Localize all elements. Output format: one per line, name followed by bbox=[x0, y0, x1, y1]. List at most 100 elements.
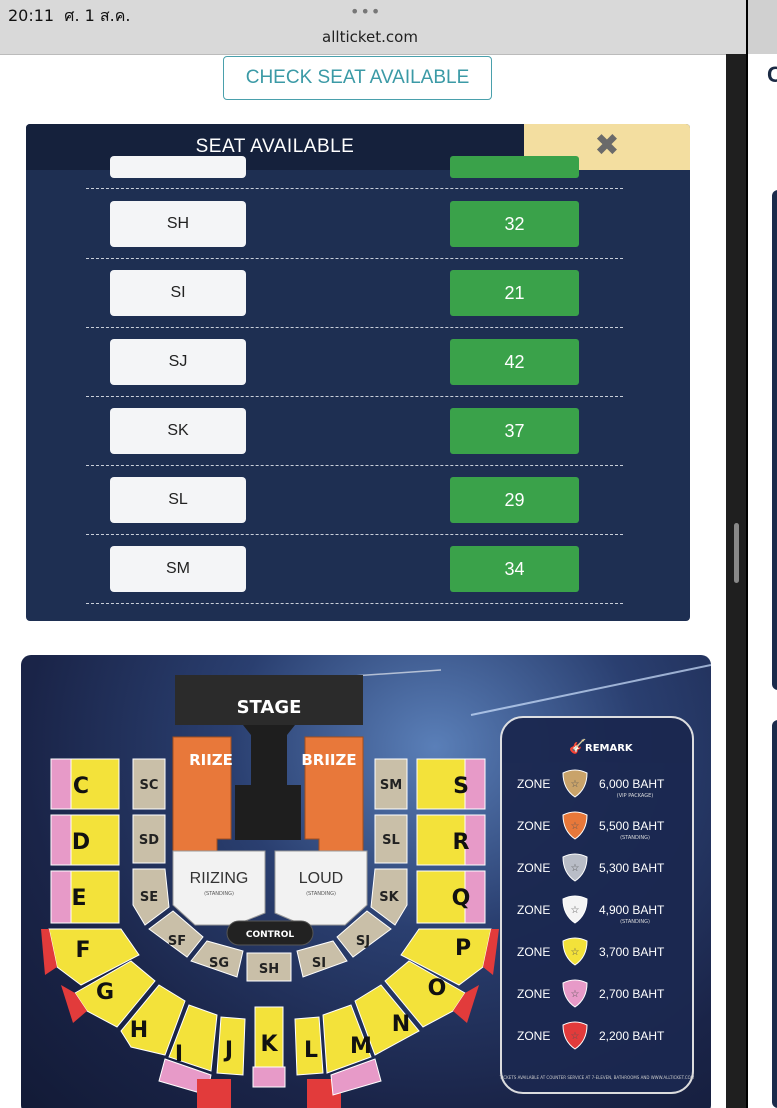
zone-word: ZONE bbox=[517, 903, 550, 917]
remark-title: REMARK bbox=[585, 743, 634, 754]
zone-pill[interactable]: SK bbox=[110, 408, 246, 454]
section-label: G bbox=[96, 980, 114, 1005]
section-label: Q bbox=[452, 886, 471, 911]
stage-runway bbox=[235, 725, 301, 840]
section-label: SI bbox=[312, 956, 326, 971]
count-pill: 42 bbox=[450, 339, 579, 385]
count-pill: 34 bbox=[450, 546, 579, 592]
row-separator bbox=[86, 258, 623, 259]
section-label: K bbox=[260, 1032, 278, 1057]
control-label: CONTROL bbox=[246, 930, 295, 940]
zone-word: ZONE bbox=[517, 1029, 550, 1043]
price-text: 2,200 BAHT bbox=[599, 1029, 665, 1043]
count-pill: 21 bbox=[450, 270, 579, 316]
zone-word: ZONE bbox=[517, 777, 550, 791]
count-pill: 29 bbox=[450, 477, 579, 523]
stage-label: STAGE bbox=[237, 697, 302, 718]
count-pill: 32 bbox=[450, 201, 579, 247]
guitar-icon: 🎸 bbox=[569, 738, 586, 755]
zone-word: ZONE bbox=[517, 987, 550, 1001]
row-separator bbox=[86, 188, 623, 189]
section-label: P bbox=[455, 936, 471, 961]
zone-label: RIIZE bbox=[189, 751, 233, 769]
zone-riizing[interactable] bbox=[172, 850, 266, 926]
section-label: F bbox=[75, 938, 90, 963]
address-bar-url[interactable]: allticket.com bbox=[0, 28, 740, 46]
scrollbar[interactable] bbox=[734, 523, 739, 583]
zone-pill[interactable]: SH bbox=[110, 201, 246, 247]
seating-chart-svg: STAGE RIIZE BRIIZE RIIZING LOUD (STANDIN… bbox=[41, 664, 711, 1108]
zone-pill[interactable]: SI bbox=[110, 270, 246, 316]
page-content: CHECK SEAT AVAILABLE SEAT AVAILABLE ✖ SH… bbox=[0, 55, 726, 1108]
price-text: 2,700 BAHT bbox=[599, 987, 665, 1001]
section-label: SD bbox=[139, 833, 159, 848]
star-icon: ☆ bbox=[571, 821, 580, 832]
section-label: N bbox=[392, 1012, 410, 1037]
price-note: (VIP PACKAGE) bbox=[617, 793, 654, 799]
zone-pill[interactable]: SJ bbox=[110, 339, 246, 385]
price-text: 6,000 BAHT bbox=[599, 777, 665, 791]
price-text: 3,700 BAHT bbox=[599, 945, 665, 959]
zone-sublabel: (STANDING) bbox=[306, 891, 336, 897]
section-label: R bbox=[453, 830, 470, 855]
zone-word: ZONE bbox=[517, 945, 550, 959]
zone-pill-partial bbox=[110, 156, 246, 178]
browser-top-bar: 20:11 ศ. 1 ส.ค. ••• allticket.com bbox=[0, 0, 777, 55]
secondary-pane-top-bar bbox=[748, 0, 777, 54]
row-separator bbox=[86, 396, 623, 397]
section-label: J bbox=[223, 1038, 233, 1063]
zone-label: BRIIZE bbox=[301, 751, 356, 769]
row-separator bbox=[86, 603, 623, 604]
section-label: SL bbox=[382, 833, 400, 848]
price-note: (STANDING) bbox=[620, 835, 650, 841]
count-pill: 37 bbox=[450, 408, 579, 454]
section-label: SF bbox=[168, 934, 186, 949]
section-label: SG bbox=[209, 956, 229, 971]
section-label: D bbox=[72, 830, 90, 855]
star-icon: ☆ bbox=[571, 863, 580, 874]
zone-label: LOUD bbox=[299, 870, 343, 887]
row-separator bbox=[86, 534, 623, 535]
section-label: SJ bbox=[356, 934, 370, 949]
secondary-pane[interactable]: C bbox=[746, 0, 777, 1108]
zone-label: RIIZING bbox=[190, 870, 249, 887]
section-label: I bbox=[175, 1042, 183, 1067]
star-icon: ☆ bbox=[571, 989, 580, 1000]
section-label: SK bbox=[379, 890, 399, 905]
check-seat-available-button[interactable]: CHECK SEAT AVAILABLE bbox=[223, 56, 492, 100]
more-dots-icon[interactable]: ••• bbox=[350, 2, 381, 21]
section-label: O bbox=[428, 976, 447, 1001]
star-icon: ☆ bbox=[571, 947, 580, 958]
row-separator bbox=[86, 327, 623, 328]
star-icon: ☆ bbox=[571, 779, 580, 790]
secondary-pane-card bbox=[772, 190, 777, 690]
price-note: (STANDING) bbox=[620, 919, 650, 925]
zone-loud[interactable] bbox=[274, 850, 368, 926]
count-pill-partial bbox=[450, 156, 579, 178]
section-label: SC bbox=[140, 778, 159, 793]
price-text: 4,900 BAHT bbox=[599, 903, 665, 917]
secondary-pane-heading-fragment: C bbox=[767, 62, 777, 87]
section-label: E bbox=[71, 886, 86, 911]
seating-chart: STAGE RIIZE BRIIZE RIIZING LOUD (STANDIN… bbox=[21, 655, 711, 1108]
secondary-pane-card bbox=[772, 720, 777, 1108]
star-icon: ☆ bbox=[571, 1031, 580, 1042]
section-label: SM bbox=[380, 778, 402, 793]
zone-sublabel: (STANDING) bbox=[204, 891, 234, 897]
section-label: L bbox=[304, 1038, 318, 1063]
section-label: H bbox=[130, 1018, 148, 1043]
light-streak bbox=[470, 664, 711, 716]
status-time: 20:11 ศ. 1 ส.ค. bbox=[8, 6, 131, 25]
remark-footer: TICKETS AVAILABLE AT COUNTER SERVICE AT … bbox=[499, 1075, 695, 1080]
zone-word: ZONE bbox=[517, 819, 550, 833]
zone-pill[interactable]: SL bbox=[110, 477, 246, 523]
price-text: 5,500 BAHT bbox=[599, 819, 665, 833]
row-separator bbox=[86, 465, 623, 466]
section-label: M bbox=[350, 1034, 372, 1059]
seat-available-panel: SEAT AVAILABLE ✖ SH 32 SI 21 SJ 42 SK 37… bbox=[26, 124, 690, 621]
price-text: 5,300 BAHT bbox=[599, 861, 665, 875]
section-label: SE bbox=[140, 890, 158, 905]
star-icon: ☆ bbox=[571, 905, 580, 916]
zone-word: ZONE bbox=[517, 861, 550, 875]
zone-pill[interactable]: SM bbox=[110, 546, 246, 592]
